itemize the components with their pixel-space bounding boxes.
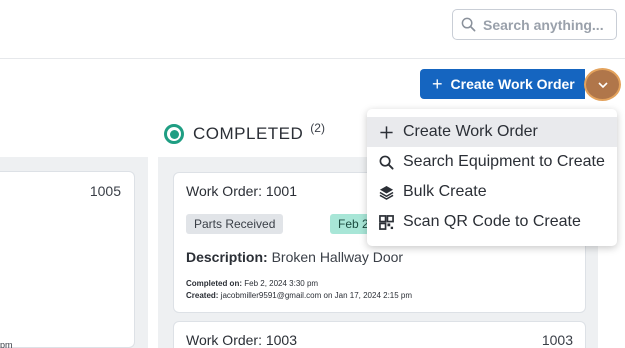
- menu-item-search-equipment[interactable]: Search Equipment to Create: [367, 147, 617, 177]
- search-placeholder: Search anything...: [483, 16, 604, 33]
- created-value: jacobmiller9591@gmail.com on Jan 17, 202…: [220, 291, 413, 300]
- truncated-text: pm: [0, 340, 13, 348]
- description-label: Description:: [186, 249, 268, 265]
- top-bar: Search anything...: [0, 0, 625, 59]
- description-value: Broken Hallway Door: [271, 249, 404, 265]
- create-work-order-label: Create Work Order: [450, 76, 575, 92]
- status-badge: Parts Received: [186, 214, 284, 234]
- column-title: COMPLETED: [193, 124, 304, 143]
- work-order-title: Work Order: 1001: [186, 183, 298, 199]
- layers-icon: [379, 185, 394, 200]
- menu-item-label: Bulk Create: [403, 183, 487, 200]
- chevron-down-icon: [597, 81, 608, 88]
- completed-column-header: COMPLETED (2): [164, 121, 325, 144]
- work-order-number: 1003: [541, 332, 573, 348]
- menu-item-bulk-create[interactable]: Bulk Create: [367, 177, 617, 207]
- create-options-dropdown-toggle[interactable]: [584, 68, 621, 101]
- plus-icon: [380, 125, 393, 139]
- menu-item-create-work-order[interactable]: Create Work Order: [367, 117, 617, 147]
- search-icon: [379, 155, 394, 170]
- work-order-number: 1005: [89, 183, 121, 199]
- menu-item-label: Create Work Order: [403, 123, 538, 140]
- work-order-description: Description: Broken Hallway Door: [186, 249, 403, 265]
- work-order-title: Work Order: 1003: [186, 332, 298, 348]
- created-info: Created: jacobmiller9591@gmail.com on Ja…: [186, 291, 412, 300]
- qr-code-icon: [379, 214, 394, 230]
- completed-on: Completed on: Feb 2, 2024 3:30 pm: [186, 279, 318, 288]
- create-work-order-button[interactable]: + Create Work Order: [420, 69, 585, 99]
- search-icon: [461, 17, 476, 32]
- completed-status-icon: [164, 124, 184, 144]
- completed-value: Feb 2, 2024 3:30 pm: [244, 279, 319, 288]
- search-input[interactable]: Search anything...: [452, 9, 617, 40]
- menu-item-scan-qr[interactable]: Scan QR Code to Create: [367, 207, 617, 237]
- completed-label: Completed on:: [186, 279, 242, 288]
- created-label: Created:: [186, 291, 219, 300]
- work-order-card[interactable]: Work Order: 1003 1003: [173, 321, 586, 348]
- menu-item-label: Search Equipment to Create: [403, 153, 605, 170]
- plus-icon: +: [432, 74, 443, 94]
- work-order-card[interactable]: 1005 pm: [0, 171, 135, 348]
- column-count: (2): [310, 121, 325, 135]
- create-options-menu: Create Work Order Search Equipment to Cr…: [367, 109, 617, 246]
- menu-item-label: Scan QR Code to Create: [403, 213, 581, 230]
